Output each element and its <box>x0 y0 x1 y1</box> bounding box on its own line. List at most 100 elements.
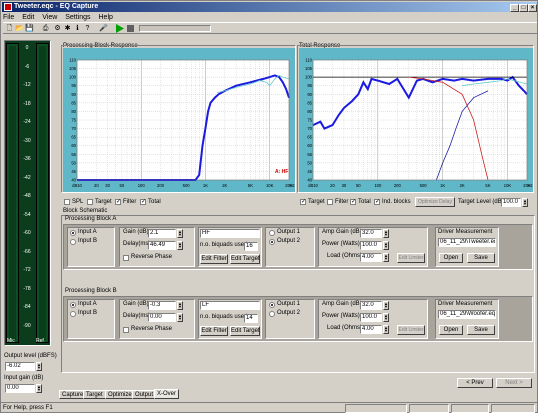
playback-progress-bar[interactable] <box>139 25 211 32</box>
block-a-reverse-phase-checkbox[interactable] <box>123 255 129 261</box>
input-gain-field[interactable]: 0.00 <box>5 384 35 393</box>
block-a-open-button[interactable]: Open <box>439 253 463 263</box>
block-b-output-2-radio[interactable] <box>269 311 275 317</box>
tab-output[interactable]: Output <box>132 390 157 399</box>
block-b-gain-spinner[interactable]: ▲ ▼ <box>177 301 183 310</box>
output-level-field[interactable]: -6.02 <box>5 362 35 371</box>
block-b-amp-gain-field[interactable]: 32.0 <box>360 301 382 310</box>
block-a-load-field[interactable]: 4.00 <box>360 253 382 262</box>
block-b-reverse-phase-checkbox[interactable] <box>123 327 129 333</box>
meter-scale-tick: -36 <box>23 156 31 162</box>
filter-checkbox-a-label: Filter <box>123 199 137 205</box>
block-b-delay-spinner[interactable]: ▲ ▼ <box>177 313 183 322</box>
block-b-load-spinner[interactable]: ▲ ▼ <box>383 325 389 334</box>
optimize-delay-button[interactable]: Optimize Delay <box>415 197 455 207</box>
block-a-delay-field[interactable]: 46.49 <box>148 241 176 250</box>
total-y-tick-label: 75 <box>307 118 312 123</box>
block-a-input-b-radio[interactable] <box>70 239 76 245</box>
total-y-tick-label: 50 <box>307 160 312 165</box>
proc-y-tick-label: 45 <box>71 169 76 174</box>
block-a-output-1-radio[interactable] <box>269 230 275 236</box>
tab-target[interactable]: Target <box>83 390 106 399</box>
total-checkbox-a[interactable]: ✓ <box>140 199 146 205</box>
proc-y-tick-label: 90 <box>71 92 76 97</box>
spl-checkbox[interactable] <box>64 199 70 205</box>
tab-optimize[interactable]: Optimize <box>105 390 135 399</box>
block-a-delay-spinner[interactable]: ▲ ▼ <box>177 241 183 250</box>
block-b-edit-target-button[interactable]: Edit Target <box>230 326 260 336</box>
block-a-gain-spinner[interactable]: ▲ ▼ <box>177 229 183 238</box>
block-b-amp-gain-spinner[interactable]: ▲ ▼ <box>383 301 389 310</box>
filter-checkbox-b[interactable] <box>327 199 333 205</box>
menu-help[interactable]: Help <box>99 14 113 21</box>
menu-view[interactable]: View <box>42 14 57 21</box>
print-icon[interactable]: ⎙ <box>41 24 50 33</box>
meter-scale-tick: -60 <box>23 230 31 236</box>
block-a-output-2-label: Output 2 <box>277 238 301 244</box>
maximize-button[interactable]: □ <box>519 4 528 12</box>
proc-y-tick-label: 100 <box>69 75 77 80</box>
input-gain-spinner[interactable]: ▲ ▼ <box>36 384 42 393</box>
block-a-input-a-radio[interactable] <box>70 230 76 236</box>
block-a-power-field[interactable]: 100.0 <box>360 241 382 250</box>
save-icon[interactable]: 💾 <box>25 24 34 33</box>
target-checkbox-a[interactable] <box>87 199 93 205</box>
next-button[interactable]: Next > <box>496 378 532 388</box>
block-a-output-2-radio[interactable] <box>269 239 275 245</box>
block-a-amp-gain-spinner[interactable]: ▲ ▼ <box>383 229 389 238</box>
block-a-edit-limiter-button[interactable]: Edit Limiter <box>397 253 425 263</box>
block-a-edit-filter-button[interactable]: Edit Filter <box>200 254 228 264</box>
menu-settings[interactable]: Settings <box>65 14 90 21</box>
title-bar: Tweeter.eqc - EQ Capture _ □ × <box>2 2 537 12</box>
block-b-filter-name[interactable]: LF <box>200 301 260 310</box>
target-level-label: Target Level (dB) <box>458 199 504 205</box>
block-b-load-field[interactable]: 4.00 <box>360 325 382 334</box>
block-a-save-button[interactable]: Save <box>467 253 495 263</box>
gear-icon[interactable]: ✱ <box>63 24 72 33</box>
block-a-filter-name[interactable]: HF <box>200 229 260 238</box>
wizard-icon[interactable]: ⚙ <box>53 24 62 33</box>
tab-x-over[interactable]: X-Over <box>154 389 180 399</box>
total-x-tick-label: 1K <box>440 183 445 188</box>
filter-checkbox-a[interactable]: ✓ <box>115 199 121 205</box>
block-b-input-b-radio[interactable] <box>70 311 76 317</box>
open-icon[interactable]: 📂 <box>15 24 24 33</box>
info-icon[interactable]: ℹ <box>73 24 82 33</box>
block-b-power-spinner[interactable]: ▲ ▼ <box>383 313 389 322</box>
block-b-output-2-label: Output 2 <box>277 310 301 316</box>
block-b-save-button[interactable]: Save <box>467 325 495 335</box>
block-b-power-field[interactable]: 100.0 <box>360 313 382 322</box>
total-checkbox-a-label: Total <box>148 199 161 205</box>
block-b-delay-field[interactable]: 0.00 <box>148 313 176 322</box>
block-b-input-a-radio[interactable] <box>70 302 76 308</box>
proc-x-tick-label: 30 <box>105 183 110 188</box>
block-b-output-1-radio[interactable] <box>269 302 275 308</box>
new-icon[interactable]: 🗋 <box>5 24 14 33</box>
block-a-amp-gain-field[interactable]: 32.0 <box>360 229 382 238</box>
block-b-edit-limiter-button[interactable]: Edit Limiter <box>397 325 425 335</box>
minimize-button[interactable]: _ <box>510 4 519 12</box>
target-level-field[interactable]: 100.0 <box>501 198 521 207</box>
total-checkbox-b[interactable]: ✓ <box>350 199 356 205</box>
meter-scale-tick: -66 <box>23 248 31 255</box>
microphone-icon[interactable]: 🎤 <box>99 24 108 33</box>
block-a-load-spinner[interactable]: ▲ ▼ <box>383 253 389 262</box>
block-a-gain-field[interactable]: 2.1 <box>148 229 176 238</box>
prev-button[interactable]: < Prev <box>457 378 493 388</box>
menu-edit[interactable]: Edit <box>22 14 34 21</box>
output-level-spinner[interactable]: ▲ ▼ <box>36 362 42 371</box>
total-y-tick-label: 45 <box>307 169 312 174</box>
block-b-open-button[interactable]: Open <box>439 325 463 335</box>
target-checkbox-b[interactable]: ✓ <box>300 199 306 205</box>
block-b-gain-field[interactable]: -0.3 <box>148 301 176 310</box>
stop-icon[interactable] <box>126 24 135 33</box>
block-a-edit-target-button[interactable]: Edit Target <box>230 254 260 264</box>
menu-file[interactable]: File <box>3 14 14 21</box>
help-icon[interactable]: ? <box>83 24 92 33</box>
close-button[interactable]: × <box>528 4 537 12</box>
block-b-edit-filter-button[interactable]: Edit Filter <box>200 326 228 336</box>
ind-blocks-checkbox[interactable]: ✓ <box>374 199 380 205</box>
block-a-power-spinner[interactable]: ▲ ▼ <box>383 241 389 250</box>
play-icon[interactable] <box>115 24 124 33</box>
target-level-spinner[interactable]: ▲ ▼ <box>522 198 528 207</box>
